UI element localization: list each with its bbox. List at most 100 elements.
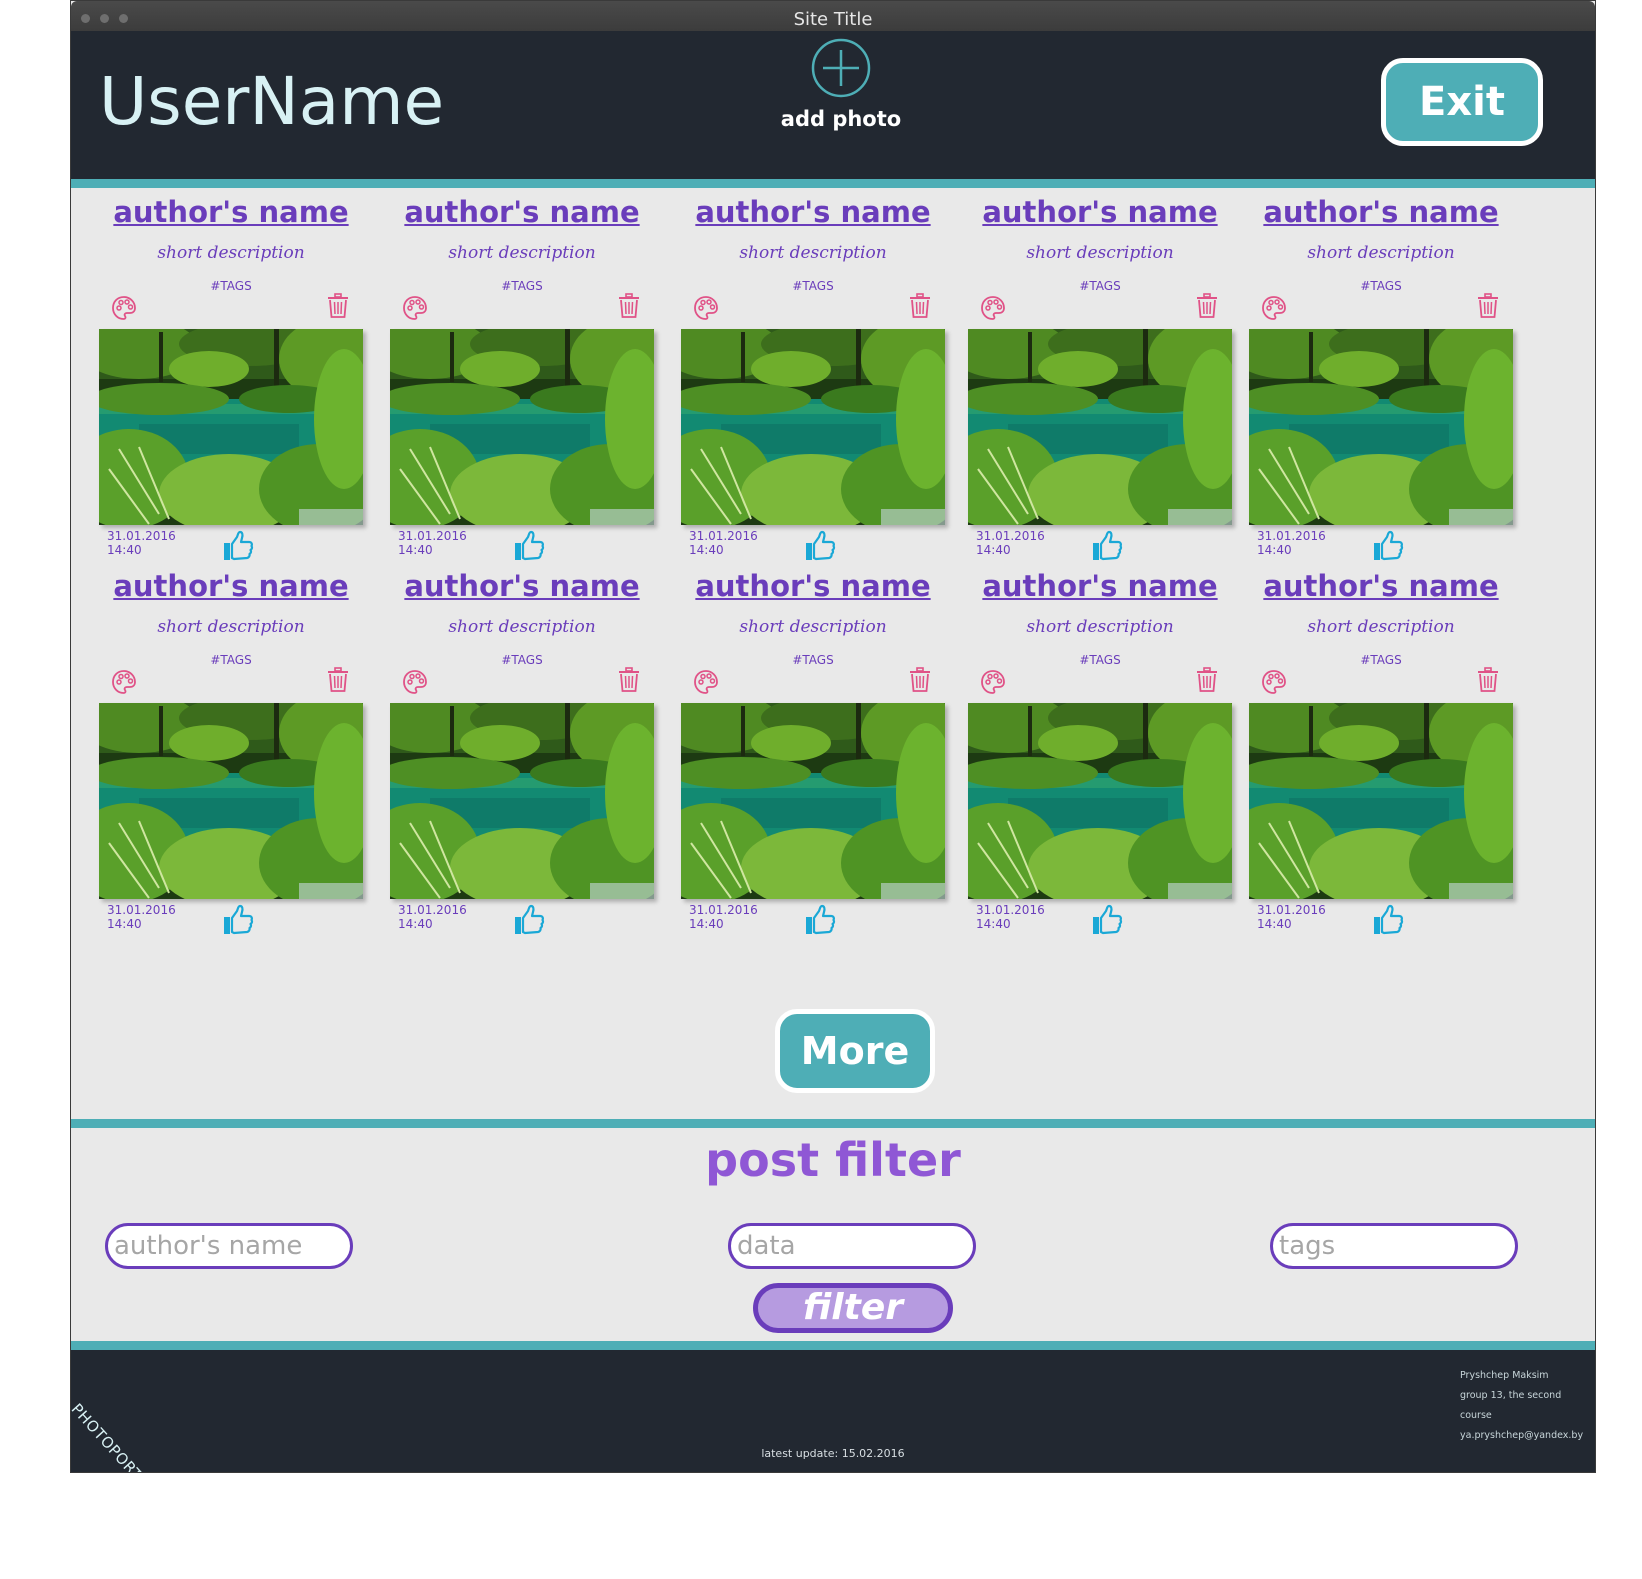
zoom-dot[interactable] (119, 14, 128, 23)
filter-button[interactable]: filter (753, 1283, 953, 1333)
post-photo[interactable] (99, 329, 363, 525)
exit-button[interactable]: Exit (1381, 58, 1543, 146)
post-author-link[interactable]: author's name (968, 195, 1232, 229)
trash-icon[interactable] (909, 667, 931, 693)
post-datetime: 31.01.2016 14:40 (107, 903, 176, 931)
post-author-link[interactable]: author's name (681, 569, 945, 603)
trash-icon[interactable] (327, 667, 349, 693)
palette-icon[interactable] (1261, 295, 1287, 321)
post-date: 31.01.2016 (976, 529, 1045, 543)
palette-icon[interactable] (402, 295, 428, 321)
palette-icon[interactable] (980, 295, 1006, 321)
post-time: 14:40 (1257, 543, 1292, 557)
palette-icon[interactable] (1261, 669, 1287, 695)
thumbs-up-icon[interactable] (803, 529, 837, 563)
thumbs-up-icon[interactable] (803, 903, 837, 937)
post-photo[interactable] (99, 703, 363, 899)
post-time: 14:40 (689, 543, 724, 557)
post-author-link[interactable]: author's name (681, 195, 945, 229)
post-date: 31.01.2016 (976, 903, 1045, 917)
close-dot[interactable] (81, 14, 90, 23)
post-time: 14:40 (689, 917, 724, 931)
window-title: Site Title (793, 9, 873, 30)
trash-icon[interactable] (618, 293, 640, 319)
post-photo[interactable] (390, 329, 654, 525)
forest-lake-image (390, 329, 654, 525)
post-tags: #TAGS (1079, 279, 1121, 293)
thumbs-up-icon[interactable] (221, 529, 255, 563)
post-author-link[interactable]: author's name (1249, 195, 1513, 229)
header-divider (71, 179, 1595, 188)
post-photo[interactable] (390, 703, 654, 899)
thumbs-up-icon[interactable] (221, 903, 255, 937)
post-tags: #TAGS (501, 653, 543, 667)
post-description: short description (1307, 243, 1455, 263)
post-photo[interactable] (1249, 703, 1513, 899)
post-tags: #TAGS (1360, 279, 1402, 293)
post-author-link[interactable]: author's name (390, 569, 654, 603)
thumbs-up-icon[interactable] (512, 903, 546, 937)
post-tags: #TAGS (1079, 653, 1121, 667)
post-datetime: 31.01.2016 14:40 (689, 903, 758, 931)
post-datetime: 31.01.2016 14:40 (107, 529, 176, 557)
post-photo[interactable] (968, 329, 1232, 525)
post-time: 14:40 (398, 543, 433, 557)
add-photo-button[interactable]: add photo (771, 37, 911, 131)
trash-icon[interactable] (1196, 667, 1218, 693)
more-button[interactable]: More (775, 1009, 935, 1093)
latest-update: latest update: 15.02.2016 (761, 1447, 905, 1460)
post-photo[interactable] (1249, 329, 1513, 525)
post-date: 31.01.2016 (1257, 903, 1326, 917)
add-photo-label: add photo (780, 107, 902, 131)
post-author-link[interactable]: author's name (390, 195, 654, 229)
palette-icon[interactable] (693, 295, 719, 321)
post-author-link[interactable]: author's name (99, 195, 363, 229)
palette-icon[interactable] (111, 669, 137, 695)
post-author-link[interactable]: author's name (99, 569, 363, 603)
date-input[interactable] (728, 1223, 976, 1269)
thumbs-up-icon[interactable] (512, 529, 546, 563)
post-card: author's name short description #TAGS 31… (681, 195, 945, 575)
post-time: 14:40 (976, 917, 1011, 931)
thumbs-up-icon[interactable] (1090, 529, 1124, 563)
post-author-link[interactable]: author's name (1249, 569, 1513, 603)
minimize-dot[interactable] (100, 14, 109, 23)
post-tags: #TAGS (210, 279, 252, 293)
palette-icon[interactable] (980, 669, 1006, 695)
thumbs-up-icon[interactable] (1371, 903, 1405, 937)
trash-icon[interactable] (618, 667, 640, 693)
post-photo[interactable] (968, 703, 1232, 899)
tags-input[interactable] (1270, 1223, 1518, 1269)
post-description: short description (1307, 617, 1455, 637)
post-card: author's name short description #TAGS 31… (390, 569, 654, 949)
post-author-link[interactable]: author's name (968, 569, 1232, 603)
post-date: 31.01.2016 (689, 529, 758, 543)
thumbs-up-icon[interactable] (1090, 903, 1124, 937)
post-time: 14:40 (107, 917, 142, 931)
plus-circle-icon (811, 38, 871, 98)
trash-icon[interactable] (1477, 667, 1499, 693)
post-photo[interactable] (681, 329, 945, 525)
post-description: short description (1026, 243, 1174, 263)
post-datetime: 31.01.2016 14:40 (398, 529, 467, 557)
post-date: 31.01.2016 (398, 529, 467, 543)
post-photo[interactable] (681, 703, 945, 899)
forest-lake-image (1249, 703, 1513, 899)
post-datetime: 31.01.2016 14:40 (1257, 903, 1326, 931)
trash-icon[interactable] (1196, 293, 1218, 319)
palette-icon[interactable] (111, 295, 137, 321)
post-description: short description (157, 617, 305, 637)
post-tags: #TAGS (501, 279, 543, 293)
post-time: 14:40 (1257, 917, 1292, 931)
post-tags: #TAGS (792, 279, 834, 293)
trash-icon[interactable] (327, 293, 349, 319)
palette-icon[interactable] (402, 669, 428, 695)
author-name-input[interactable] (105, 1223, 353, 1269)
trash-icon[interactable] (1477, 293, 1499, 319)
palette-icon[interactable] (693, 669, 719, 695)
post-card: author's name short description #TAGS 31… (99, 195, 363, 575)
forest-lake-image (968, 703, 1232, 899)
thumbs-up-icon[interactable] (1371, 529, 1405, 563)
post-date: 31.01.2016 (107, 903, 176, 917)
trash-icon[interactable] (909, 293, 931, 319)
